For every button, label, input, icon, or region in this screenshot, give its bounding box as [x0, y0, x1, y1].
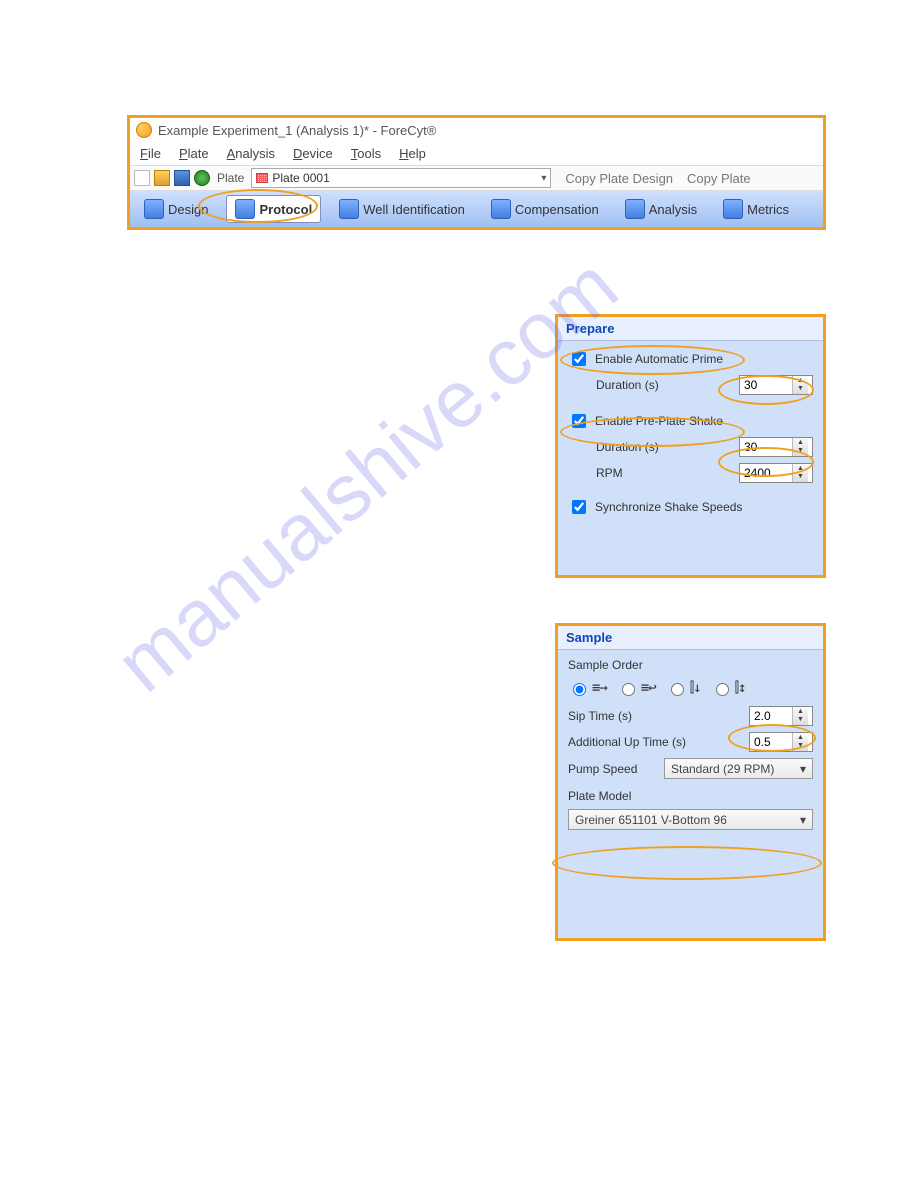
metrics-icon: [723, 199, 743, 219]
tab-protocol-label: Protocol: [259, 202, 312, 217]
compensation-icon: [491, 199, 511, 219]
shake-duration-input[interactable]: [740, 438, 792, 456]
plate-model-select[interactable]: Greiner 651101 V-Bottom 96 ▾: [568, 809, 813, 830]
auto-prime-input[interactable]: [572, 352, 586, 366]
rpm-input[interactable]: [740, 464, 792, 482]
title-bar: Example Experiment_1 (Analysis 1)* - For…: [130, 118, 823, 142]
sync-label: Synchronize Shake Speeds: [595, 500, 742, 514]
tab-design-label: Design: [168, 202, 208, 217]
menu-plate[interactable]: Plate: [179, 146, 209, 161]
addl-up-label: Additional Up Time (s): [568, 735, 688, 749]
plate-model-label: Plate Model: [568, 789, 631, 803]
menu-analysis[interactable]: Analysis: [227, 146, 275, 161]
prime-duration-spinner[interactable]: ▲▼: [739, 375, 813, 395]
auto-prime-label: Enable Automatic Prime: [595, 352, 723, 366]
order-opt-2[interactable]: ≡↩: [617, 680, 656, 696]
spinner-buttons-icon[interactable]: ▲▼: [792, 707, 808, 725]
sip-time-spinner[interactable]: ▲▼: [749, 706, 813, 726]
sync-input[interactable]: [572, 500, 586, 514]
addl-up-spinner[interactable]: ▲▼: [749, 732, 813, 752]
tab-well-id-label: Well Identification: [363, 202, 465, 217]
sample-order-label: Sample Order: [568, 658, 643, 672]
toolbar: Plate Plate 0001 ▾ Copy Plate Design Cop…: [130, 165, 823, 191]
chevron-down-icon: ▾: [541, 173, 546, 184]
open-icon[interactable]: [154, 170, 170, 186]
publish-icon[interactable]: [194, 170, 210, 186]
order-opt-1[interactable]: ≡→: [568, 680, 607, 696]
sample-order-radios: ≡→ ≡↩ ⫿↓ ⫿↕: [568, 680, 813, 696]
spinner-buttons-icon[interactable]: ▲▼: [792, 376, 808, 394]
rpm-label: RPM: [596, 466, 680, 480]
menu-file[interactable]: File: [140, 146, 161, 161]
spinner-buttons-icon[interactable]: ▲▼: [792, 733, 808, 751]
order-horizontal-icon: ≡→: [592, 680, 607, 696]
pre-shake-input[interactable]: [572, 414, 586, 428]
pre-shake-checkbox[interactable]: Enable Pre-Plate Shake: [568, 411, 723, 431]
tab-analysis[interactable]: Analysis: [617, 196, 705, 222]
plate-combo[interactable]: Plate 0001 ▾: [251, 168, 551, 188]
prime-duration-label: Duration (s): [596, 378, 680, 392]
copy-plate-link[interactable]: Copy Plate: [687, 171, 751, 186]
shake-duration-label: Duration (s): [596, 440, 680, 454]
prepare-title: Prepare: [558, 317, 823, 341]
prime-duration-input[interactable]: [740, 376, 792, 394]
menu-tools[interactable]: Tools: [351, 146, 381, 161]
tab-metrics-label: Metrics: [747, 202, 789, 217]
plate-grid-icon: [256, 173, 268, 183]
tab-compensation[interactable]: Compensation: [483, 196, 607, 222]
copy-plate-design-link[interactable]: Copy Plate Design: [565, 171, 673, 186]
new-icon[interactable]: [134, 170, 150, 186]
tab-protocol[interactable]: Protocol: [226, 195, 321, 223]
design-icon: [144, 199, 164, 219]
app-window: Example Experiment_1 (Analysis 1)* - For…: [127, 115, 826, 230]
order-opt-4[interactable]: ⫿↕: [711, 680, 746, 696]
hl-plate-model: [552, 846, 822, 880]
chevron-down-icon: ▾: [800, 762, 806, 776]
spinner-buttons-icon[interactable]: ▲▼: [792, 464, 808, 482]
sync-checkbox[interactable]: Synchronize Shake Speeds: [568, 497, 742, 517]
shake-duration-spinner[interactable]: ▲▼: [739, 437, 813, 457]
pump-speed-select[interactable]: Standard (29 RPM) ▾: [664, 758, 813, 779]
tab-metrics[interactable]: Metrics: [715, 196, 797, 222]
order-serpentine-h-icon: ≡↩: [641, 680, 656, 696]
tab-analysis-label: Analysis: [649, 202, 697, 217]
rpm-spinner[interactable]: ▲▼: [739, 463, 813, 483]
tab-compensation-label: Compensation: [515, 202, 599, 217]
auto-prime-checkbox[interactable]: Enable Automatic Prime: [568, 349, 723, 369]
protocol-icon: [235, 199, 255, 219]
tab-design[interactable]: Design: [136, 196, 216, 222]
save-icon[interactable]: [174, 170, 190, 186]
spinner-buttons-icon[interactable]: ▲▼: [792, 438, 808, 456]
menu-device[interactable]: Device: [293, 146, 333, 161]
well-id-icon: [339, 199, 359, 219]
pump-speed-value: Standard (29 RPM): [671, 762, 774, 776]
sip-time-input[interactable]: [750, 707, 792, 725]
order-vertical-icon: ⫿↓: [690, 680, 701, 696]
app-icon: [136, 122, 152, 138]
addl-up-input[interactable]: [750, 733, 792, 751]
chevron-down-icon: ▾: [800, 813, 806, 827]
window-title: Example Experiment_1 (Analysis 1)* - For…: [158, 123, 436, 138]
pump-speed-label: Pump Speed: [568, 762, 658, 776]
analysis-icon: [625, 199, 645, 219]
nav-tabs: Design Protocol Well Identification Comp…: [130, 191, 823, 227]
plate-label: Plate: [217, 171, 244, 185]
plate-combo-value: Plate 0001: [272, 171, 329, 185]
pre-shake-label: Enable Pre-Plate Shake: [595, 414, 723, 428]
menu-help[interactable]: Help: [399, 146, 426, 161]
menu-bar: File Plate Analysis Device Tools Help: [130, 142, 823, 165]
sip-time-label: Sip Time (s): [568, 709, 688, 723]
sample-title: Sample: [558, 626, 823, 650]
prepare-panel: Prepare Enable Automatic Prime Duration …: [555, 314, 826, 578]
plate-model-value: Greiner 651101 V-Bottom 96: [575, 813, 727, 827]
tab-well-id[interactable]: Well Identification: [331, 196, 473, 222]
order-serpentine-v-icon: ⫿↕: [735, 680, 746, 696]
sample-panel: Sample Sample Order ≡→ ≡↩ ⫿↓ ⫿↕ Sip Time…: [555, 623, 826, 941]
order-opt-3[interactable]: ⫿↓: [666, 680, 701, 696]
